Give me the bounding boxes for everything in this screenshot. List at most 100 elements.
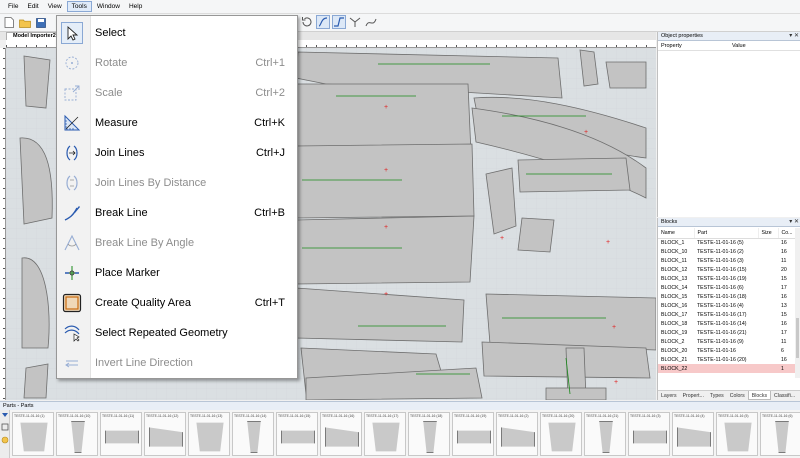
column-name[interactable]: Name: [658, 228, 695, 239]
part-thumbnail-caption: TESTE-11-01-16 (4): [674, 414, 705, 418]
cell-part: TESTE-11-01-16 (9): [697, 338, 744, 345]
part-thumbnail[interactable]: TESTE-11-01-16 (2): [496, 412, 538, 456]
table-row[interactable]: BLOCK_13 TESTE-11-01-16 (19) 15: [658, 274, 796, 283]
tab-model-importer[interactable]: Model Importer2: [6, 32, 63, 40]
scale-icon: [61, 82, 83, 104]
column-part[interactable]: Part: [694, 228, 759, 239]
part-shape: [633, 430, 667, 444]
pin-close-icon[interactable]: ▾ ✕: [789, 218, 799, 227]
column-count[interactable]: Co...: [778, 228, 797, 239]
tools-dropdown-menu: Select Rotate Ctrl+1 Scale Ctrl+2 Measur…: [56, 15, 298, 379]
menu-edit[interactable]: Edit: [23, 2, 42, 11]
table-row[interactable]: BLOCK_16 TESTE-11-01-16 (4) 13: [658, 301, 796, 310]
part-thumbnail[interactable]: TESTE-11-01-16 (4): [672, 412, 714, 456]
menu-item-select-repeated-geometry[interactable]: Select Repeated Geometry: [57, 318, 297, 348]
part-thumbnail[interactable]: TESTE-11-01-16 (20): [540, 412, 582, 456]
menu-item-label: Scale: [95, 87, 123, 99]
panel-title: Blocks: [661, 219, 678, 225]
join-tool-icon[interactable]: [348, 15, 362, 29]
save-icon[interactable]: [34, 16, 48, 30]
menu-item-join-lines[interactable]: Join Lines Ctrl+J: [57, 138, 297, 168]
menu-item-label: Break Line By Angle: [95, 237, 195, 249]
curve-tool-icon[interactable]: [316, 15, 330, 29]
table-row[interactable]: BLOCK_11 TESTE-11-01-16 (3) 11: [658, 256, 796, 265]
part-thumbnail[interactable]: TESTE-11-01-16 (6): [760, 412, 800, 456]
part-thumbnail[interactable]: TESTE-11-01-16 (15): [276, 412, 318, 456]
part-thumbnail[interactable]: TESTE-11-01-16 (5): [716, 412, 758, 456]
menu-file[interactable]: File: [4, 2, 22, 11]
table-row[interactable]: BLOCK_21 TESTE-11-01-16 (20) 16: [658, 355, 796, 364]
part-thumbnail-caption: TESTE-11-01-16 (2): [498, 414, 529, 418]
menu-item-break-line[interactable]: Break Line Ctrl+B: [57, 198, 297, 228]
menu-item-measure[interactable]: Measure Ctrl+K: [57, 108, 297, 138]
part-thumbnail-caption: TESTE-11-01-16 (14): [234, 414, 267, 418]
table-row[interactable]: BLOCK_15 TESTE-11-01-16 (18) 16: [658, 292, 796, 301]
part-thumbnail[interactable]: TESTE-11-01-16 (11): [100, 412, 142, 456]
part-thumbnail[interactable]: TESTE-11-01-16 (10): [56, 412, 98, 456]
part-thumbnail-caption: TESTE-11-01-16 (5): [718, 414, 749, 418]
column-property[interactable]: Property: [661, 43, 682, 49]
cell-name: BLOCK_14: [661, 284, 688, 291]
part-thumbnail[interactable]: TESTE-11-01-16 (14): [232, 412, 274, 456]
part-thumbnail[interactable]: TESTE-11-01-16 (12): [144, 412, 186, 456]
menu-item-place-marker[interactable]: Place Marker: [57, 258, 297, 288]
table-row[interactable]: BLOCK_14 TESTE-11-01-16 (6) 17: [658, 283, 796, 292]
menu-item-rotate[interactable]: Rotate Ctrl+1: [57, 48, 297, 78]
new-file-icon[interactable]: [2, 16, 16, 30]
table-row[interactable]: BLOCK_10 TESTE-11-01-16 (2) 16: [658, 247, 796, 256]
panel-tab[interactable]: Colors: [727, 391, 748, 400]
curve-tool-2-icon[interactable]: [332, 15, 346, 29]
cell-name: BLOCK_21: [661, 356, 688, 363]
marker: +: [584, 129, 588, 136]
menu-item-scale[interactable]: Scale Ctrl+2: [57, 78, 297, 108]
part-thumbnail-caption: TESTE-11-01-16 (15): [278, 414, 311, 418]
part-thumbnail-caption: TESTE-11-01-16 (21): [586, 414, 619, 418]
pattern-piece: [295, 143, 475, 219]
part-thumbnail[interactable]: TESTE-11-01-16 (17): [364, 412, 406, 456]
part-thumbnail[interactable]: TESTE-11-01-16 (1): [12, 412, 54, 456]
panel-tab[interactable]: Blocks: [747, 391, 772, 400]
part-shape: [149, 427, 183, 447]
panel-tab[interactable]: Propert...: [680, 391, 707, 400]
menu-item-create-quality-area[interactable]: Create Quality Area Ctrl+T: [57, 288, 297, 318]
menu-item-label: Create Quality Area: [95, 297, 191, 309]
open-folder-icon[interactable]: [18, 16, 32, 30]
column-size[interactable]: Size: [758, 228, 779, 239]
table-row[interactable]: BLOCK_1 TESTE-11-01-16 (5) 16: [658, 238, 796, 247]
panel-tab[interactable]: Classifi...: [771, 391, 798, 400]
table-row[interactable]: BLOCK_17 TESTE-11-01-16 (17) 15: [658, 310, 796, 319]
menu-tools[interactable]: Tools: [66, 1, 92, 12]
part-thumbnail[interactable]: TESTE-11-01-16 (3): [628, 412, 670, 456]
part-thumbnail[interactable]: TESTE-11-01-16 (13): [188, 412, 230, 456]
column-value[interactable]: Value: [732, 43, 746, 49]
part-thumbnail[interactable]: TESTE-11-01-16 (18): [408, 412, 450, 456]
part-thumbnail-caption: TESTE-11-01-16 (10): [58, 414, 91, 418]
part-shape: [105, 430, 139, 444]
table-row[interactable]: BLOCK_2 TESTE-11-01-16 (9) 11: [658, 337, 796, 346]
blocks-scrollbar[interactable]: [795, 228, 800, 378]
part-thumbnail[interactable]: TESTE-11-01-16 (21): [584, 412, 626, 456]
cell-count: 17: [781, 329, 787, 336]
menu-item-invert-line-direction[interactable]: Invert Line Direction: [57, 348, 297, 378]
menu-help[interactable]: Help: [125, 2, 146, 11]
table-row[interactable]: BLOCK_12 TESTE-11-01-16 (15) 20: [658, 265, 796, 274]
menu-view[interactable]: View: [44, 2, 66, 11]
panel-tab[interactable]: Layers: [658, 391, 680, 400]
part-thumbnail[interactable]: TESTE-11-01-16 (19): [452, 412, 494, 456]
table-row[interactable]: BLOCK_18 TESTE-11-01-16 (14) 16: [658, 319, 796, 328]
part-thumbnail[interactable]: TESTE-11-01-16 (16): [320, 412, 362, 456]
scrollbar-thumb[interactable]: [796, 318, 799, 358]
parts-header: Parts - Parts: [0, 401, 800, 410]
object-properties-panel: Object properties ▾ ✕ Property Value: [657, 32, 800, 217]
pin-close-icon[interactable]: ▾ ✕: [789, 32, 799, 41]
spline-tool-icon[interactable]: [364, 15, 378, 29]
menu-item-break-line-by-angle[interactable]: Break Line By Angle: [57, 228, 297, 258]
panel-tab[interactable]: Types: [707, 391, 727, 400]
refresh-icon[interactable]: [300, 15, 314, 29]
table-row[interactable]: BLOCK_19 TESTE-11-01-16 (21) 17: [658, 328, 796, 337]
menu-item-join-lines-by-distance[interactable]: Join Lines By Distance: [57, 168, 297, 198]
table-row[interactable]: BLOCK_20 TESTE-11-01-16 6: [658, 346, 796, 355]
menu-item-select[interactable]: Select: [57, 18, 297, 48]
menu-window[interactable]: Window: [93, 2, 124, 11]
table-row[interactable]: BLOCK_22 1: [658, 364, 796, 373]
